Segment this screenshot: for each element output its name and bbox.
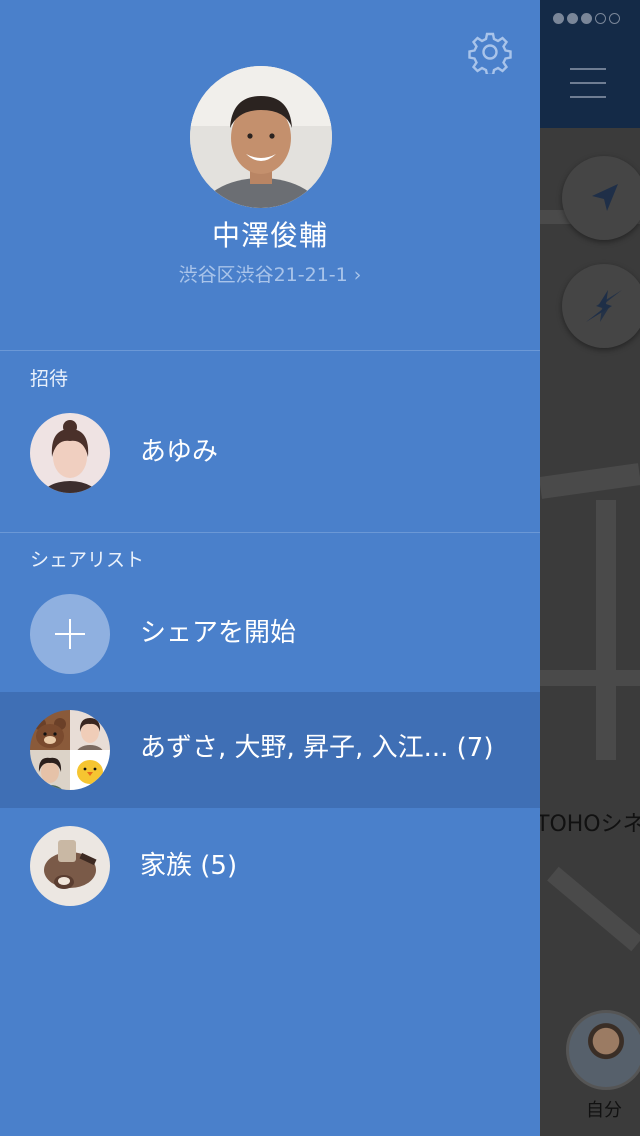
- share-location-button[interactable]: [562, 264, 640, 348]
- invite-item[interactable]: あゆみ: [0, 395, 540, 509]
- invitee-photo: [30, 413, 110, 493]
- location-arrow-icon: [592, 184, 618, 211]
- invite-item-name: あゆみ: [140, 437, 219, 467]
- map-road: [547, 866, 640, 952]
- invite-section-label: 招待: [30, 368, 69, 390]
- self-avatar[interactable]: [566, 1010, 640, 1090]
- divider: [0, 532, 540, 533]
- hamburger-icon[interactable]: [570, 68, 606, 98]
- chevron-right-icon: ›: [353, 264, 362, 286]
- member-photo-thumb: [70, 710, 110, 763]
- share-arrows-icon: [586, 290, 622, 322]
- chick-sticker-thumb: [70, 750, 110, 790]
- profile-address-link[interactable]: 渋谷区渋谷21-21-1 ›: [0, 260, 540, 287]
- share-group-row[interactable]: 家族 (5): [0, 808, 540, 924]
- profile-name: 中澤俊輔: [211, 219, 328, 252]
- side-drawer: 中澤俊輔 渋谷区渋谷21-21-1 › 招待 あゆみ シェアリスト シェアを開始: [0, 0, 540, 1136]
- bear-sticker-thumb: [30, 710, 70, 750]
- locate-button[interactable]: [562, 156, 640, 240]
- group-avatar: [30, 826, 110, 906]
- profile-address-text: 渋谷区渋谷21-21-1: [178, 264, 348, 286]
- share-group-name: あずさ, 大野, 昇子, 入江... (7): [140, 733, 494, 763]
- self-label: 自分: [586, 1100, 622, 1121]
- profile-avatar[interactable]: [190, 66, 332, 208]
- share-group-row[interactable]: あずさ, 大野, 昇子, 入江... (7): [0, 692, 540, 808]
- gear-icon: [468, 32, 512, 77]
- map-place-label: TOHOシネ: [536, 812, 640, 837]
- profile-photo: [190, 66, 332, 208]
- map-road: [596, 500, 616, 760]
- member-photo-thumb: [30, 750, 70, 790]
- avatar: [30, 413, 110, 493]
- share-list-section-label: シェアリスト: [30, 549, 145, 571]
- start-share-button[interactable]: シェアを開始: [0, 576, 540, 690]
- share-group-name: 家族 (5): [140, 851, 238, 881]
- map-road: [540, 670, 640, 686]
- start-share-label: シェアを開始: [140, 618, 297, 648]
- family-photo: [30, 826, 110, 906]
- plus-icon: [30, 594, 110, 674]
- group-avatar: [30, 710, 110, 790]
- divider: [0, 350, 540, 351]
- settings-button[interactable]: [468, 30, 512, 77]
- map-road: [538, 463, 640, 499]
- signal-dots-icon: [553, 13, 620, 24]
